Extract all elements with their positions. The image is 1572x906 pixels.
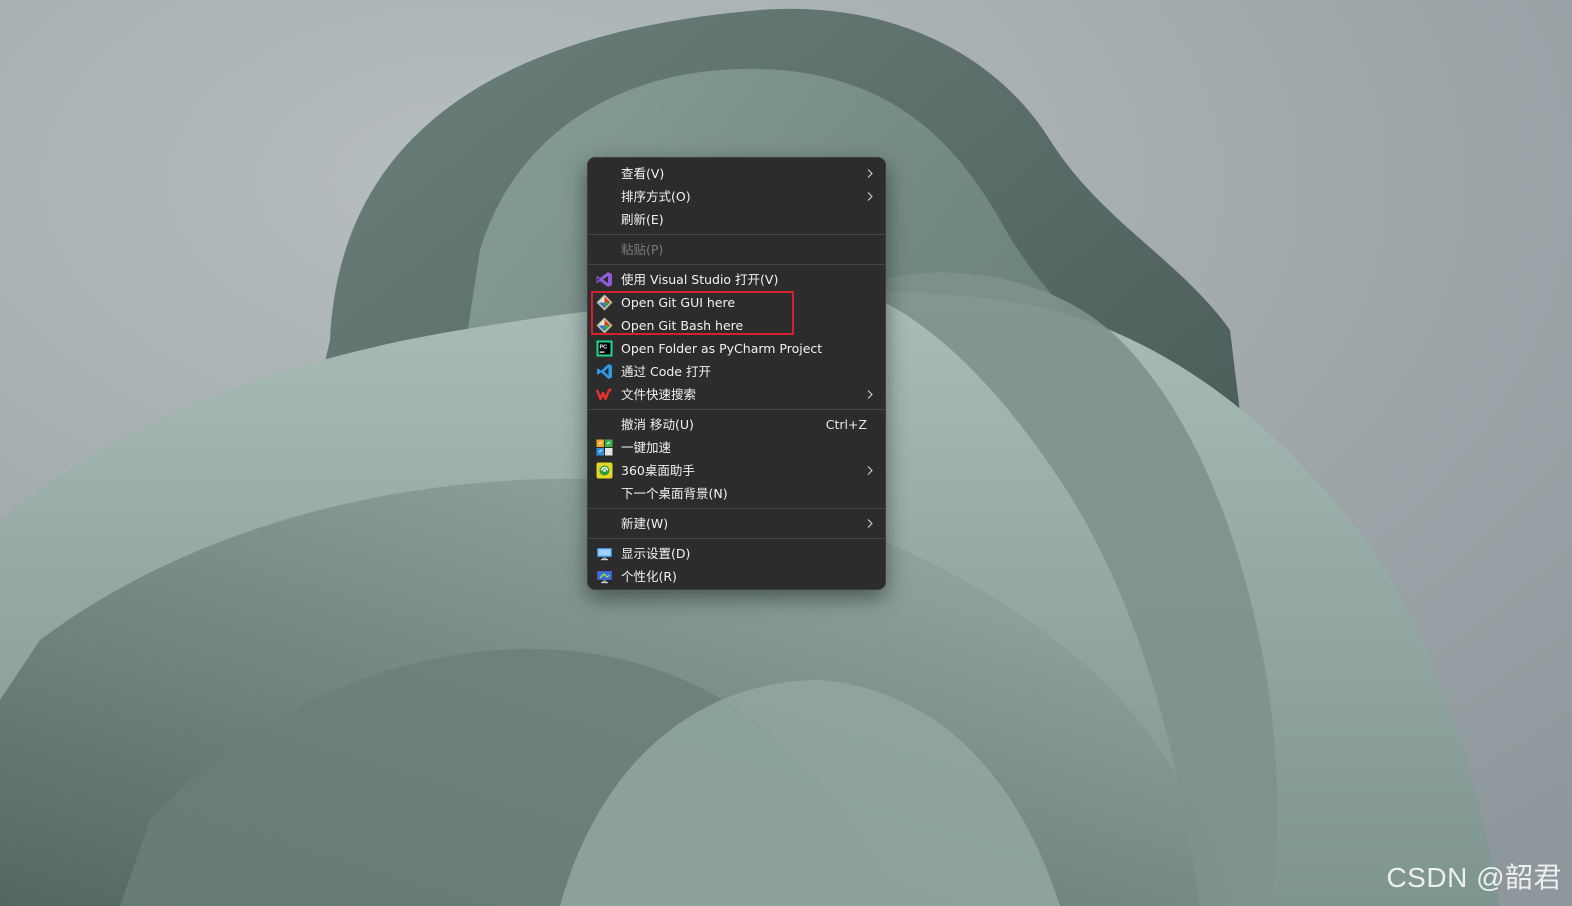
menu-item-label: 通过 Code 打开 (621, 364, 711, 379)
menu-item-shortcut: Ctrl+Z (825, 417, 867, 432)
menu-item-label: 查看(V) (621, 166, 665, 181)
menu-separator (588, 264, 885, 265)
menu-item-p: 粘贴(P) (588, 238, 885, 261)
menu-item-e[interactable]: 刷新(E) (588, 208, 885, 231)
menu-item-360[interactable]: 360桌面助手 (588, 459, 885, 482)
chevron-right-icon (865, 185, 875, 208)
menu-item-label: 下一个桌面背景(N) (621, 486, 728, 501)
chevron-right-icon (865, 459, 875, 482)
menu-item-code[interactable]: 通过 Code 打开 (588, 360, 885, 383)
vscode-icon (596, 363, 613, 380)
desktop-context-menu[interactable]: 查看(V) 排序方式(O) 刷新(E) 粘贴(P) 使用 Visual Studio 打… (587, 157, 886, 590)
chevron-right-icon (865, 512, 875, 535)
desktop-assistant-360-icon (596, 462, 613, 479)
menu-item-w[interactable]: 新建(W) (588, 512, 885, 535)
chevron-right-icon (865, 162, 875, 185)
menu-item-u[interactable]: 撤消 移动(U) Ctrl+Z (588, 413, 885, 436)
menu-item-label: 个性化(R) (621, 569, 677, 584)
menu-item-open-git-bash-here[interactable]: Open Git Bash here (588, 314, 885, 337)
menu-separator (588, 538, 885, 539)
menu-item-g2-5[interactable]: 文件快速搜索 (588, 383, 885, 406)
menu-item-n[interactable]: 下一个桌面背景(N) (588, 482, 885, 505)
menu-item-label: Open Git GUI here (621, 295, 736, 310)
personalize-icon (596, 568, 613, 585)
menu-item-g3-1[interactable]: 一键加速 (588, 436, 885, 459)
menu-item-label: 粘贴(P) (621, 242, 664, 257)
menu-item-label: 排序方式(O) (621, 189, 691, 204)
desktop[interactable]: 查看(V) 排序方式(O) 刷新(E) 粘贴(P) 使用 Visual Studio 打… (0, 0, 1572, 906)
menu-item-label: 撤消 移动(U) (621, 417, 694, 432)
chevron-right-icon (865, 383, 875, 406)
menu-item-label: 显示设置(D) (621, 546, 691, 561)
svg-text:PC: PC (600, 345, 608, 351)
watermark: CSDN @韶君 (1386, 862, 1562, 893)
git-gui-icon (596, 294, 613, 311)
menu-item-label: 刷新(E) (621, 212, 664, 227)
menu-separator (588, 234, 885, 235)
menu-item-label: 新建(W) (621, 516, 669, 531)
visual-studio-icon (596, 271, 613, 288)
menu-item-label: Open Git Bash here (621, 318, 744, 333)
menu-item-v[interactable]: 查看(V) (588, 162, 885, 185)
menu-item-label: 360桌面助手 (621, 463, 695, 478)
wps-search-icon (595, 386, 613, 403)
git-bash-icon (596, 317, 613, 334)
menu-item-r[interactable]: 个性化(R) (588, 565, 885, 588)
menu-item-visual-studio-v[interactable]: 使用 Visual Studio 打开(V) (588, 268, 885, 291)
menu-separator (588, 508, 885, 509)
pycharm-icon: PC (596, 340, 613, 357)
menu-item-d[interactable]: 显示设置(D) (588, 542, 885, 565)
display-settings-icon (596, 545, 613, 562)
menu-item-label: 一键加速 (621, 440, 672, 455)
menu-separator (588, 409, 885, 410)
menu-item-open-folder-as-pycharm-project[interactable]: PC Open Folder as PyCharm Project (588, 337, 885, 360)
menu-item-label: Open Folder as PyCharm Project (621, 341, 823, 356)
speedup-icon (596, 439, 613, 456)
menu-item-o[interactable]: 排序方式(O) (588, 185, 885, 208)
menu-item-open-git-gui-here[interactable]: Open Git GUI here (588, 291, 885, 314)
menu-item-label: 使用 Visual Studio 打开(V) (621, 272, 779, 287)
menu-item-label: 文件快速搜索 (621, 387, 697, 402)
